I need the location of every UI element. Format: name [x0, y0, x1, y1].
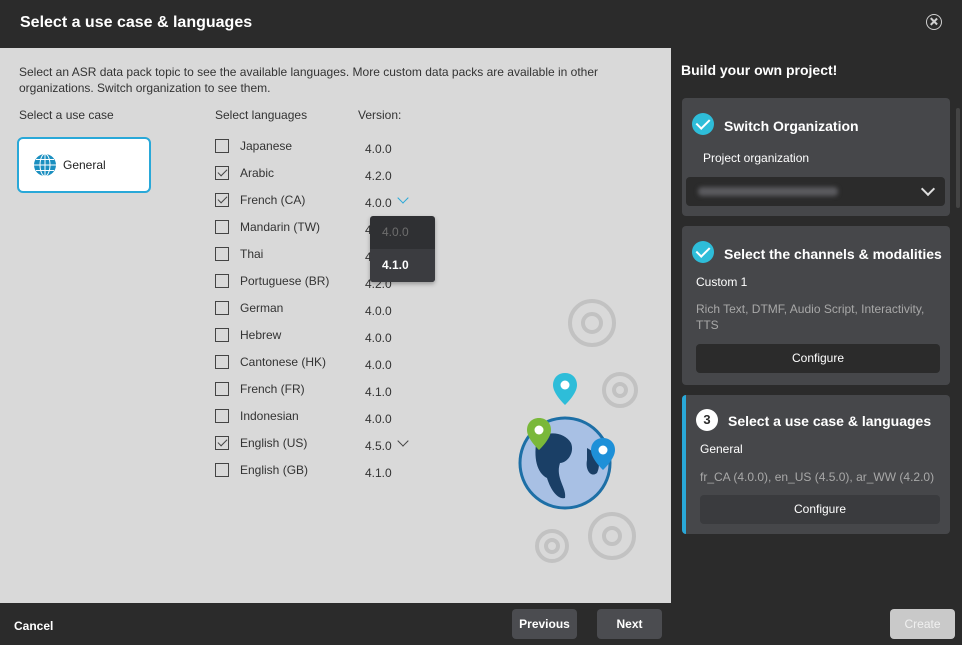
- sidebar-title: Build your own project!: [681, 62, 838, 78]
- language-checkbox[interactable]: [215, 409, 229, 423]
- step-subtitle: Project organization: [703, 151, 810, 165]
- language-checkbox[interactable]: [215, 220, 229, 234]
- language-label: German: [240, 301, 284, 315]
- previous-button[interactable]: Previous: [512, 609, 577, 639]
- globe-illustration: [518, 299, 638, 563]
- usecase-card-general[interactable]: General: [17, 137, 151, 193]
- main-content: Select an ASR data pack topic to see the…: [0, 48, 671, 603]
- dialog-title: Select a use case & languages: [20, 14, 253, 31]
- check-circle-icon: [692, 241, 714, 263]
- cancel-button[interactable]: Cancel: [14, 619, 53, 633]
- version-header: Version:: [358, 108, 402, 122]
- version-label: 4.0.0: [365, 412, 392, 426]
- scrollbar[interactable]: [956, 108, 960, 208]
- version-label: 4.2.0: [365, 169, 392, 183]
- chevron-down-icon: [920, 181, 936, 197]
- intro-text: Select an ASR data pack topic to see the…: [19, 65, 599, 95]
- step-number: 3: [696, 409, 718, 431]
- dialog-footer: Cancel Previous Next Create: [0, 603, 962, 645]
- language-row[interactable]: English (US): [215, 433, 307, 453]
- language-label: French (CA): [240, 193, 306, 207]
- language-label: Indonesian: [240, 409, 299, 423]
- language-row[interactable]: Arabic: [215, 163, 274, 183]
- languages-header: Select languages: [215, 108, 308, 122]
- language-row[interactable]: French (FR): [215, 379, 305, 399]
- language-row[interactable]: English (GB): [215, 460, 308, 480]
- language-row[interactable]: Hebrew: [215, 325, 281, 345]
- language-label: Arabic: [240, 166, 275, 180]
- dialog-header: Select a use case & languages: [0, 0, 962, 48]
- step-card-switch-organization: Switch Organization Project organization: [682, 98, 950, 216]
- step-card-channels: Select the channels & modalities Custom …: [682, 226, 950, 385]
- version-option-disabled: 4.0.0: [382, 225, 409, 239]
- step-subtitle: General: [700, 442, 743, 456]
- step-description: Rich Text, DTMF, Audio Script, Interacti…: [696, 302, 925, 332]
- version-label: 4.5.0: [365, 439, 392, 453]
- version-label: 4.1.0: [365, 466, 392, 480]
- language-label: Cantonese (HK): [240, 355, 327, 369]
- version-dropdown[interactable]: 4.0.0 4.1.0: [370, 216, 435, 282]
- chevron-down-icon[interactable]: [397, 435, 409, 447]
- check-circle-icon: [692, 113, 714, 135]
- configure-usecase-button[interactable]: Configure: [700, 495, 940, 524]
- language-row[interactable]: Thai: [215, 244, 263, 264]
- language-checkbox[interactable]: [215, 463, 229, 477]
- next-button[interactable]: Next: [597, 609, 662, 639]
- language-checkbox[interactable]: [215, 193, 229, 207]
- language-checkbox[interactable]: [215, 328, 229, 342]
- version-label: 4.0.0: [365, 358, 392, 372]
- language-checkbox[interactable]: [215, 166, 229, 180]
- language-row[interactable]: Portuguese (BR): [215, 271, 329, 291]
- language-label: Mandarin (TW): [240, 220, 321, 234]
- language-row[interactable]: Japanese: [215, 136, 292, 156]
- language-checkbox[interactable]: [215, 274, 229, 288]
- organization-select[interactable]: [686, 177, 945, 206]
- language-row[interactable]: Cantonese (HK): [215, 352, 326, 372]
- version-label: 4.0.0: [365, 304, 392, 318]
- language-checkbox[interactable]: [215, 301, 229, 315]
- step-subtitle: Custom 1: [696, 275, 748, 289]
- close-icon[interactable]: [926, 14, 942, 30]
- language-row[interactable]: Indonesian: [215, 406, 299, 426]
- usecase-label: General: [63, 158, 106, 172]
- globe-icon: [34, 153, 56, 177]
- language-row[interactable]: French (CA): [215, 190, 305, 210]
- step-title: Select a use case & languages: [728, 413, 932, 429]
- language-checkbox[interactable]: [215, 436, 229, 450]
- language-row[interactable]: Mandarin (TW): [215, 217, 320, 237]
- create-button[interactable]: Create: [890, 609, 955, 639]
- step-title: Select the channels & modalities: [724, 246, 942, 262]
- language-row[interactable]: German: [215, 298, 283, 318]
- language-label: English (GB): [240, 463, 309, 477]
- step-description: fr_CA (4.0.0), en_US (4.5.0), ar_WW (4.2…: [700, 470, 935, 484]
- blurred-email: [698, 187, 838, 196]
- version-label: 4.0.0: [365, 331, 392, 345]
- step-title: Switch Organization: [724, 118, 859, 134]
- active-step-indicator: [682, 395, 686, 534]
- language-label: Thai: [240, 247, 264, 261]
- version-label: 4.1.0: [365, 385, 392, 399]
- step-card-usecase: 3 Select a use case & languages General …: [682, 395, 950, 534]
- language-label: Hebrew: [240, 328, 282, 342]
- version-label: 4.0.0: [365, 196, 392, 210]
- language-checkbox[interactable]: [215, 139, 229, 153]
- version-option-highlighted[interactable]: 4.1.0: [370, 249, 435, 282]
- language-label: Portuguese (BR): [240, 274, 330, 288]
- language-label: English (US): [240, 436, 308, 450]
- project-sidebar: Build your own project! Switch Organizat…: [671, 48, 962, 603]
- usecase-header: Select a use case: [19, 108, 114, 122]
- configure-channels-button[interactable]: Configure: [696, 344, 940, 373]
- language-checkbox[interactable]: [215, 247, 229, 261]
- language-label: French (FR): [240, 382, 305, 396]
- language-label: Japanese: [240, 139, 293, 153]
- language-checkbox[interactable]: [215, 382, 229, 396]
- version-label: 4.0.0: [365, 142, 392, 156]
- language-checkbox[interactable]: [215, 355, 229, 369]
- chevron-down-icon[interactable]: [397, 192, 409, 204]
